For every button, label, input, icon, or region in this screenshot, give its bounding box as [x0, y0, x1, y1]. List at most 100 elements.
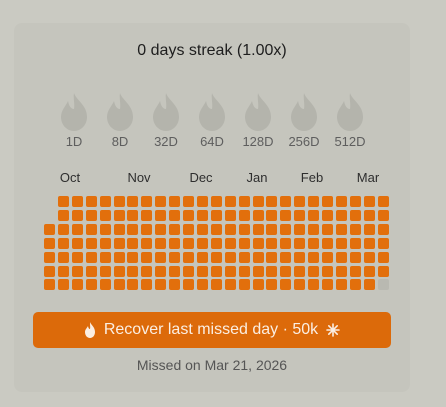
active-day-cell[interactable]	[183, 279, 194, 291]
active-day-cell[interactable]	[85, 196, 97, 207]
active-day-cell[interactable]	[349, 251, 361, 263]
active-day-cell[interactable]	[308, 223, 320, 235]
active-day-cell[interactable]	[252, 251, 264, 263]
active-day-cell[interactable]	[294, 196, 306, 207]
active-day-cell[interactable]	[57, 265, 69, 277]
active-day-cell[interactable]	[71, 251, 83, 263]
active-day-cell[interactable]	[99, 265, 111, 277]
active-day-cell[interactable]	[210, 209, 222, 221]
active-day-cell[interactable]	[266, 279, 278, 291]
active-day-cell[interactable]	[127, 251, 139, 263]
active-day-cell[interactable]	[224, 251, 236, 263]
active-day-cell[interactable]	[308, 196, 320, 207]
active-day-cell[interactable]	[85, 223, 97, 235]
active-day-cell[interactable]	[266, 251, 278, 263]
active-day-cell[interactable]	[322, 265, 333, 277]
active-day-cell[interactable]	[322, 209, 333, 221]
active-day-cell[interactable]	[155, 279, 167, 291]
active-day-cell[interactable]	[377, 223, 389, 235]
active-day-cell[interactable]	[322, 196, 333, 207]
active-day-cell[interactable]	[155, 196, 167, 207]
active-day-cell[interactable]	[99, 279, 111, 291]
active-day-cell[interactable]	[169, 209, 181, 221]
active-day-cell[interactable]	[363, 279, 375, 291]
active-day-cell[interactable]	[294, 223, 306, 235]
active-day-cell[interactable]	[44, 223, 55, 235]
active-day-cell[interactable]	[266, 196, 278, 207]
active-day-cell[interactable]	[238, 196, 250, 207]
active-day-cell[interactable]	[141, 279, 153, 291]
active-day-cell[interactable]	[113, 279, 125, 291]
active-day-cell[interactable]	[113, 196, 125, 207]
active-day-cell[interactable]	[71, 237, 83, 249]
active-day-cell[interactable]	[127, 237, 139, 249]
missed-day-cell[interactable]	[377, 279, 389, 291]
active-day-cell[interactable]	[294, 237, 306, 249]
active-day-cell[interactable]	[210, 251, 222, 263]
recover-missed-day-button[interactable]: Recover last missed day · 50k	[33, 312, 391, 348]
active-day-cell[interactable]	[183, 265, 194, 277]
active-day-cell[interactable]	[322, 251, 333, 263]
active-day-cell[interactable]	[308, 265, 320, 277]
active-day-cell[interactable]	[210, 237, 222, 249]
active-day-cell[interactable]	[252, 237, 264, 249]
active-day-cell[interactable]	[113, 209, 125, 221]
active-day-cell[interactable]	[57, 279, 69, 291]
active-day-cell[interactable]	[266, 265, 278, 277]
active-day-cell[interactable]	[280, 251, 292, 263]
active-day-cell[interactable]	[363, 196, 375, 207]
active-day-cell[interactable]	[335, 196, 347, 207]
active-day-cell[interactable]	[363, 265, 375, 277]
active-day-cell[interactable]	[224, 223, 236, 235]
active-day-cell[interactable]	[280, 237, 292, 249]
active-day-cell[interactable]	[377, 265, 389, 277]
active-day-cell[interactable]	[252, 209, 264, 221]
active-day-cell[interactable]	[169, 196, 181, 207]
active-day-cell[interactable]	[169, 279, 181, 291]
active-day-cell[interactable]	[155, 251, 167, 263]
active-day-cell[interactable]	[308, 237, 320, 249]
active-day-cell[interactable]	[183, 251, 194, 263]
active-day-cell[interactable]	[322, 279, 333, 291]
active-day-cell[interactable]	[127, 209, 139, 221]
active-day-cell[interactable]	[363, 251, 375, 263]
active-day-cell[interactable]	[57, 196, 69, 207]
active-day-cell[interactable]	[294, 279, 306, 291]
active-day-cell[interactable]	[210, 265, 222, 277]
active-day-cell[interactable]	[127, 223, 139, 235]
active-day-cell[interactable]	[57, 223, 69, 235]
active-day-cell[interactable]	[363, 223, 375, 235]
active-day-cell[interactable]	[155, 237, 167, 249]
active-day-cell[interactable]	[238, 265, 250, 277]
active-day-cell[interactable]	[363, 209, 375, 221]
active-day-cell[interactable]	[308, 251, 320, 263]
active-day-cell[interactable]	[308, 279, 320, 291]
active-day-cell[interactable]	[349, 279, 361, 291]
active-day-cell[interactable]	[280, 196, 292, 207]
active-day-cell[interactable]	[85, 237, 97, 249]
active-day-cell[interactable]	[141, 265, 153, 277]
active-day-cell[interactable]	[113, 223, 125, 235]
active-day-cell[interactable]	[99, 251, 111, 263]
active-day-cell[interactable]	[294, 265, 306, 277]
active-day-cell[interactable]	[252, 279, 264, 291]
active-day-cell[interactable]	[238, 251, 250, 263]
active-day-cell[interactable]	[71, 196, 83, 207]
active-day-cell[interactable]	[71, 209, 83, 221]
active-day-cell[interactable]	[349, 196, 361, 207]
active-day-cell[interactable]	[335, 223, 347, 235]
active-day-cell[interactable]	[141, 251, 153, 263]
active-day-cell[interactable]	[196, 265, 208, 277]
active-day-cell[interactable]	[238, 279, 250, 291]
active-day-cell[interactable]	[335, 209, 347, 221]
active-day-cell[interactable]	[322, 223, 333, 235]
active-day-cell[interactable]	[322, 237, 333, 249]
active-day-cell[interactable]	[294, 209, 306, 221]
active-day-cell[interactable]	[196, 209, 208, 221]
active-day-cell[interactable]	[363, 237, 375, 249]
active-day-cell[interactable]	[169, 251, 181, 263]
active-day-cell[interactable]	[196, 223, 208, 235]
active-day-cell[interactable]	[57, 209, 69, 221]
active-day-cell[interactable]	[113, 265, 125, 277]
active-day-cell[interactable]	[85, 265, 97, 277]
